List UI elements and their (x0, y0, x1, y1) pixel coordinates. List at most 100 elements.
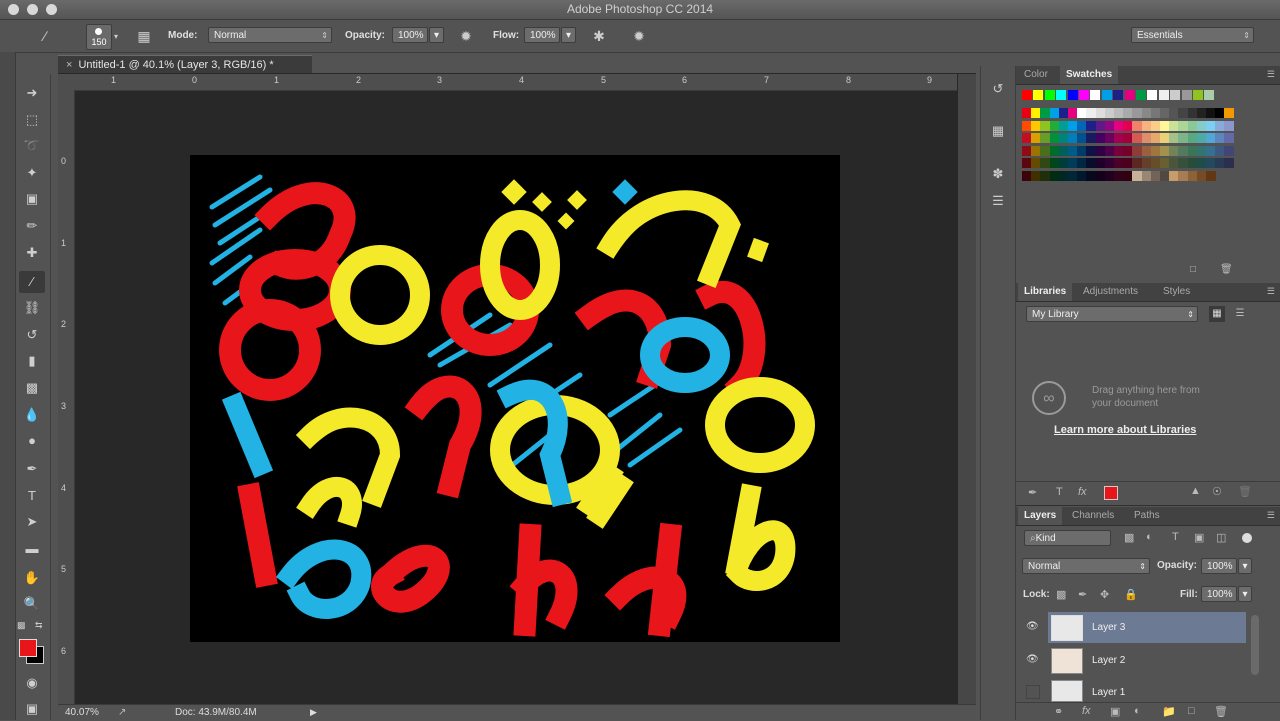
eyedropper-tool-icon[interactable]: ✏ (19, 215, 45, 237)
properties-panel-icon[interactable]: ▦ (987, 120, 1009, 142)
opacity-input[interactable]: 100% (392, 27, 428, 43)
document-tab[interactable]: × Untitled-1 @ 40.1% (Layer 3, RGB/16) * (58, 55, 312, 73)
pen-tool-icon[interactable]: ✒ (19, 458, 45, 480)
color-swatch[interactable] (1224, 108, 1235, 118)
add-graphic-icon[interactable]: ✒ (1028, 486, 1037, 499)
pressure-size-icon[interactable]: ✹ (628, 25, 650, 47)
lock-transparent-icon[interactable]: ▩ (1056, 588, 1066, 601)
share-icon[interactable]: ↗ (118, 707, 126, 718)
crop-tool-icon[interactable]: ▣ (19, 188, 45, 210)
visibility-eye-icon[interactable]: 👁 (1026, 621, 1039, 632)
canvas[interactable] (190, 155, 840, 642)
airbrush-icon[interactable]: ✱ (588, 25, 610, 47)
add-layer-style-icon[interactable]: fx (1078, 486, 1087, 498)
vertical-ruler[interactable]: 0 1 2 3 4 5 6 (58, 90, 75, 704)
brush-panel-toggle-icon[interactable]: ▦ (133, 25, 155, 47)
type-tool-icon[interactable]: T (19, 485, 45, 507)
vertical-scrollbar[interactable] (958, 74, 976, 704)
color-swatch[interactable] (1204, 90, 1215, 100)
screen-mode-icon[interactable]: ▣ (19, 698, 45, 720)
link-layers-icon[interactable]: ⚭ (1054, 705, 1063, 718)
document-size[interactable]: Doc: 43.9M/80.4M (175, 707, 257, 718)
color-swatch[interactable] (1101, 90, 1112, 100)
fill-slider-toggle[interactable]: ▾ (1238, 586, 1252, 602)
history-brush-tool-icon[interactable]: ↺ (19, 324, 45, 346)
color-swatch[interactable] (1124, 90, 1135, 100)
hand-tool-icon[interactable]: ✋ (19, 567, 45, 589)
tab-color[interactable]: Color (1024, 69, 1048, 80)
panel-menu-icon[interactable]: ☰ (1267, 510, 1275, 521)
horizontal-ruler[interactable]: 1 0 1 2 3 4 5 6 7 8 9 (75, 74, 957, 91)
brush-presets-panel-icon[interactable]: ✽ (987, 163, 1009, 185)
color-swatch[interactable] (1170, 90, 1181, 100)
visibility-toggle-empty[interactable] (1026, 685, 1040, 699)
filter-toggle-icon[interactable] (1242, 533, 1252, 543)
foreground-color-swatch[interactable] (19, 639, 37, 657)
delete-swatch-icon[interactable]: 🗑 (1220, 264, 1233, 275)
learn-more-libraries-link[interactable]: Learn more about Libraries (1054, 424, 1196, 436)
gradient-tool-icon[interactable]: ▩ (19, 377, 45, 399)
filter-type-icon[interactable]: T (1172, 531, 1179, 543)
delete-layer-icon[interactable]: 🗑 (1214, 705, 1228, 718)
color-swatch[interactable] (1158, 90, 1169, 100)
lock-image-icon[interactable]: ✒ (1078, 588, 1087, 601)
ruler-origin[interactable] (58, 74, 75, 90)
close-document-icon[interactable]: × (66, 59, 72, 71)
flow-input[interactable]: 100% (524, 27, 560, 43)
move-tool-icon[interactable]: ➜ (19, 82, 45, 104)
color-swatch[interactable] (1206, 170, 1216, 181)
history-panel-icon[interactable]: ↺ (987, 78, 1009, 100)
path-selection-tool-icon[interactable]: ➤ (19, 511, 45, 533)
color-swatch[interactable] (1022, 90, 1032, 100)
color-swatch[interactable] (1033, 90, 1044, 100)
library-select[interactable]: My Library ⇕ (1026, 306, 1198, 322)
color-swatch[interactable] (1079, 90, 1089, 100)
adjustment-layer-icon[interactable]: ◐ (1134, 705, 1141, 717)
tab-adjustments[interactable]: Adjustments (1083, 286, 1138, 297)
tab-channels[interactable]: Channels (1072, 510, 1114, 521)
panel-menu-icon[interactable]: ☰ (1267, 286, 1275, 297)
opacity-slider-toggle[interactable]: ▾ (429, 27, 444, 43)
tab-libraries[interactable]: Libraries (1018, 283, 1073, 301)
layer-opacity-input[interactable]: 100% (1201, 558, 1237, 574)
add-text-style-icon[interactable]: T (1056, 486, 1063, 498)
new-layer-icon[interactable]: □ (1188, 705, 1195, 717)
color-swatch[interactable] (1090, 90, 1101, 100)
dodge-tool-icon[interactable]: ● (19, 430, 45, 452)
brush-preset-picker[interactable]: 150 (86, 24, 112, 50)
brush-preset-arrow-icon[interactable]: ▾ (114, 32, 118, 41)
layer-mask-icon[interactable]: ▣ (1110, 705, 1120, 718)
color-swatch[interactable] (1181, 90, 1192, 100)
color-swatch[interactable] (1224, 120, 1235, 131)
filter-pixel-icon[interactable]: ▩ (1124, 531, 1134, 544)
layers-scrollbar[interactable] (1251, 615, 1259, 675)
marquee-tool-icon[interactable]: ⬚ (19, 109, 45, 131)
blur-tool-icon[interactable]: 💧 (19, 404, 45, 426)
healing-brush-tool-icon[interactable]: ✚ (19, 242, 45, 264)
lasso-tool-icon[interactable]: ➰ (19, 135, 45, 157)
mode-select[interactable]: Normal ⇕ (208, 27, 332, 43)
layer-style-icon[interactable]: fx (1082, 705, 1091, 717)
add-foreground-color-icon[interactable] (1104, 486, 1118, 500)
filter-smart-object-icon[interactable]: ◫ (1216, 531, 1226, 544)
filter-shape-icon[interactable]: ▣ (1194, 531, 1204, 544)
zoom-tool-icon[interactable]: 🔍 (19, 593, 45, 615)
filter-adjustment-icon[interactable]: ◐ (1146, 531, 1153, 543)
layer-row[interactable]: Layer 1 (1016, 677, 1248, 703)
layer-row[interactable]: 👁 Layer 3 (1016, 612, 1248, 644)
layer-row[interactable]: 👁 Layer 2 (1016, 645, 1248, 677)
visibility-eye-icon[interactable]: 👁 (1026, 654, 1039, 665)
default-colors-icon[interactable]: ▩ (17, 620, 26, 631)
delete-icon[interactable]: 🗑 (1238, 485, 1252, 498)
swap-colors-icon[interactable]: ⇆ (35, 620, 43, 631)
tab-layers[interactable]: Layers (1018, 507, 1063, 525)
fill-input[interactable]: 100% (1201, 586, 1237, 602)
eraser-tool-icon[interactable]: ▮ (19, 350, 45, 372)
status-menu-arrow-icon[interactable]: ▶ (310, 707, 317, 718)
color-swatch[interactable] (1224, 145, 1235, 156)
lock-position-icon[interactable]: ✥ (1100, 588, 1109, 601)
color-swatch[interactable] (1067, 90, 1078, 100)
new-swatch-icon[interactable]: □ (1190, 264, 1196, 275)
workspace-select[interactable]: Essentials ⇕ (1131, 27, 1254, 43)
color-swatch[interactable] (1224, 158, 1235, 168)
